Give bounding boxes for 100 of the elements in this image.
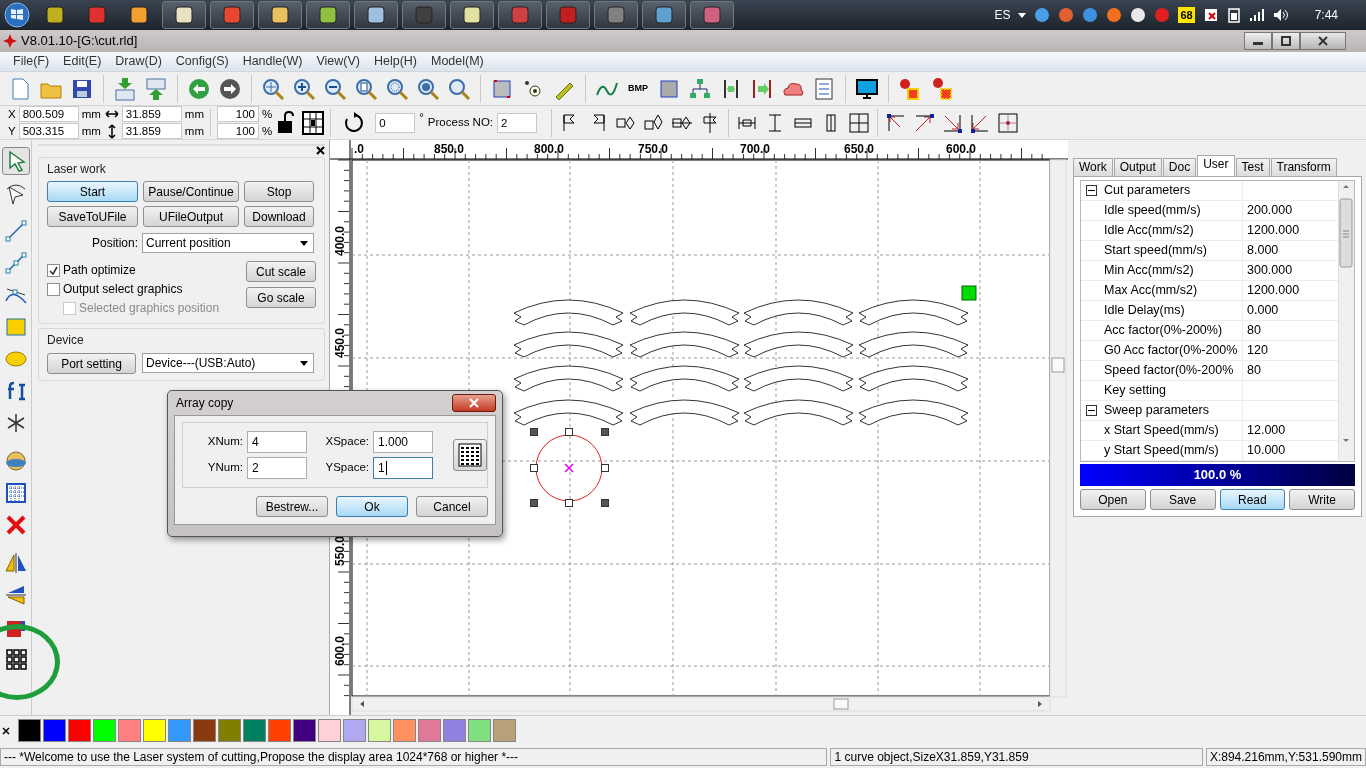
menu-item[interactable]: Edit(E): [56, 52, 109, 71]
action-button[interactable]: Write: [1289, 489, 1355, 510]
horizontal-scrollbar[interactable]: [351, 696, 1051, 712]
menu-item[interactable]: View(V): [309, 52, 367, 71]
zoom-page-icon[interactable]: [354, 76, 378, 101]
input-field[interactable]: 1: [373, 457, 433, 479]
color-swatch[interactable]: [468, 719, 491, 742]
search-icon[interactable]: [447, 76, 471, 101]
color-swatch[interactable]: [143, 719, 166, 742]
process-field[interactable]: 2: [497, 112, 538, 133]
zoom-out-icon[interactable]: [323, 76, 347, 101]
size-field[interactable]: 31.859: [121, 106, 182, 122]
app-icon[interactable]: [318, 5, 338, 25]
collapse-icon[interactable]: [1085, 185, 1097, 196]
color-swatch[interactable]: [168, 719, 191, 742]
device-dropdown[interactable]: Device---(USB:Auto): [142, 353, 314, 373]
tree-icon[interactable]: [688, 76, 712, 101]
grid-icon[interactable]: [847, 110, 872, 135]
tray-icon[interactable]: [1202, 7, 1219, 23]
dialog-button[interactable]: Bestrew...: [256, 496, 328, 517]
checkbox[interactable]: [47, 282, 60, 296]
scale-button[interactable]: Go scale: [246, 287, 316, 308]
size-field[interactable]: 31.859: [121, 123, 182, 139]
action-button[interactable]: SaveToUFile: [47, 206, 138, 227]
property-value[interactable]: 80: [1243, 361, 1261, 380]
tray-icon[interactable]: [1130, 7, 1147, 23]
color-swatch[interactable]: [18, 719, 41, 742]
zoom-selection-icon[interactable]: [385, 76, 409, 101]
color-swatch[interactable]: [393, 719, 416, 742]
grid-center-icon[interactable]: [302, 110, 325, 135]
list-icon[interactable]: [812, 76, 836, 101]
menu-item[interactable]: Config(S): [168, 52, 236, 71]
dialog-button[interactable]: Cancel: [416, 496, 488, 517]
color-swatch[interactable]: [43, 719, 66, 742]
color-swatch[interactable]: [218, 719, 241, 742]
color-swatch[interactable]: [268, 719, 291, 742]
coordinate-field[interactable]: 503.315: [18, 123, 79, 139]
menu-item[interactable]: File(F): [6, 52, 57, 71]
app-icon[interactable]: [462, 5, 482, 25]
port-setting-button[interactable]: Port setting: [47, 353, 136, 374]
origin-marker[interactable]: [961, 285, 977, 301]
close-button[interactable]: [452, 394, 496, 412]
close-icon[interactable]: [2, 726, 10, 735]
action-button[interactable]: UFileOutput: [143, 206, 239, 227]
scale-field[interactable]: 100: [217, 123, 259, 139]
color-swatch[interactable]: [443, 719, 466, 742]
color-swatch[interactable]: [68, 719, 91, 742]
app-icon[interactable]: [366, 5, 386, 25]
property-value[interactable]: 1200.000: [1243, 281, 1300, 300]
tab[interactable]: User: [1197, 155, 1235, 176]
color-swatch[interactable]: [418, 719, 441, 742]
minimize-button[interactable]: [1244, 32, 1272, 50]
app-icon[interactable]: [174, 5, 194, 25]
position-dropdown[interactable]: Current position: [142, 233, 314, 253]
property-value[interactable]: 10.000: [1243, 441, 1286, 460]
color-swatch[interactable]: [493, 719, 516, 742]
vertical-scrollbar[interactable]: [1049, 159, 1067, 698]
tab[interactable]: Output: [1113, 158, 1162, 176]
export-icon[interactable]: [144, 76, 168, 101]
menu-item[interactable]: Help(H): [366, 52, 424, 71]
tab[interactable]: Doc: [1162, 158, 1197, 176]
monitor-icon[interactable]: [855, 76, 879, 101]
color-swatch[interactable]: [368, 719, 391, 742]
dialog-button[interactable]: Ok: [336, 496, 408, 517]
input-field[interactable]: 1.000: [373, 431, 433, 453]
caret-icon[interactable]: [1018, 12, 1027, 18]
speaker-icon[interactable]: [1272, 8, 1289, 22]
menu-item[interactable]: Model(M): [424, 52, 491, 71]
property-value[interactable]: 1200.000: [1243, 221, 1300, 240]
color-swatch[interactable]: [343, 719, 366, 742]
clock[interactable]: 7:44: [1314, 6, 1338, 24]
menu-item[interactable]: Handle(W): [235, 52, 310, 71]
bmp-tool[interactable]: BMP: [626, 81, 650, 96]
action-button[interactable]: Open: [1080, 489, 1146, 510]
checkbox[interactable]: [47, 263, 60, 277]
rotation-field[interactable]: 0: [375, 112, 416, 133]
coordinate-field[interactable]: 800.509: [18, 106, 79, 122]
action-button[interactable]: Stop: [244, 181, 314, 202]
action-button[interactable]: Pause/Continue: [143, 181, 239, 202]
property-value[interactable]: 300.000: [1243, 261, 1293, 280]
input-field[interactable]: 4: [247, 431, 307, 453]
signal-icon[interactable]: [1248, 8, 1265, 22]
close-icon[interactable]: [316, 146, 325, 155]
rotate-icon[interactable]: [343, 111, 366, 134]
color-swatch[interactable]: [293, 719, 316, 742]
action-button[interactable]: Download: [244, 206, 314, 227]
language-indicator[interactable]: ES: [994, 6, 1011, 24]
action-button[interactable]: Save: [1149, 489, 1216, 510]
close-button[interactable]: [1300, 32, 1346, 50]
property-value[interactable]: 200.000: [1243, 201, 1293, 220]
app-icon[interactable]: [270, 5, 290, 25]
selection-icon[interactable]: [898, 76, 922, 101]
import-icon[interactable]: [113, 76, 137, 101]
tab[interactable]: Transform: [1270, 158, 1337, 176]
app-icon[interactable]: [654, 5, 674, 25]
property-value[interactable]: 8.000: [1243, 241, 1279, 260]
battery-icon[interactable]: [1226, 7, 1241, 23]
tab[interactable]: Test: [1235, 158, 1270, 176]
property-value[interactable]: 12.000: [1243, 421, 1286, 440]
scale-button[interactable]: Cut scale: [246, 261, 316, 282]
